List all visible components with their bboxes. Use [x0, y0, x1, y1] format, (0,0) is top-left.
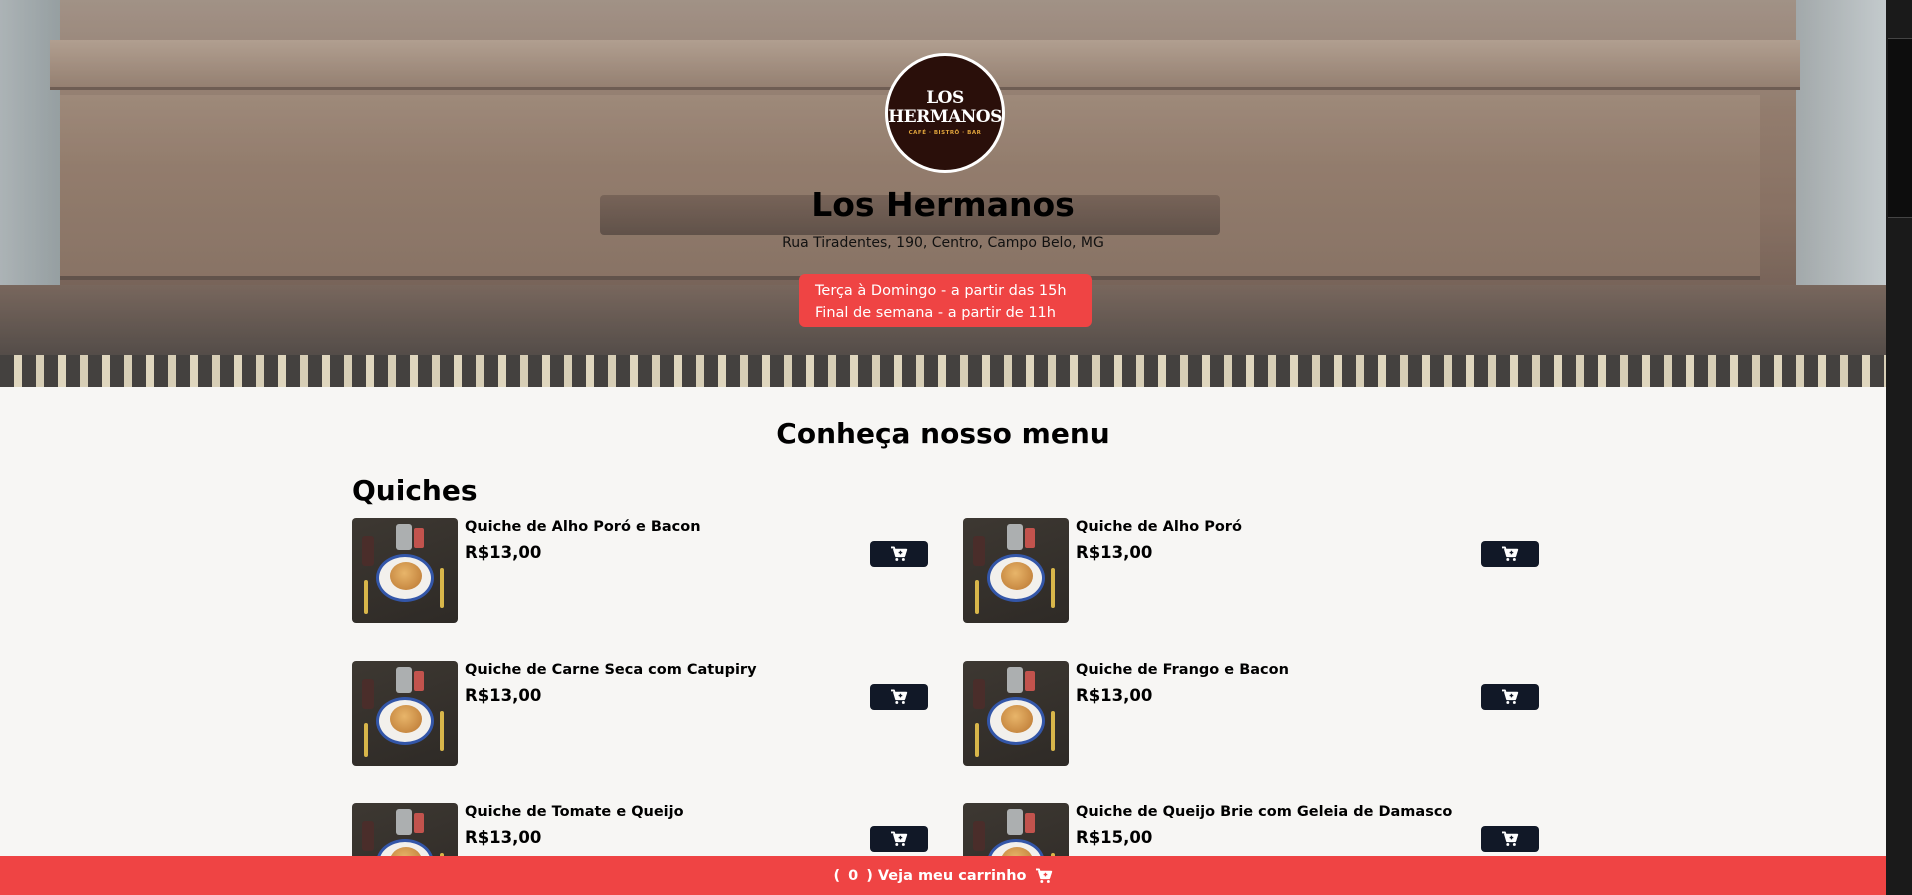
menu-item-name: Quiche de Queijo Brie com Geleia de Dama… — [1076, 804, 1453, 820]
menu-item-price: R$13,00 — [465, 686, 542, 705]
menu-item: Quiche de Alho Poró R$13,00 — [963, 518, 1543, 623]
scrollbar-thumb[interactable] — [1888, 38, 1912, 218]
menu-item: Quiche de Carne Seca com Catupiry R$13,0… — [352, 661, 932, 766]
menu-section-title: Quiches — [352, 474, 478, 507]
add-to-cart-button[interactable] — [1481, 826, 1539, 852]
cart-plus-icon — [1502, 689, 1519, 704]
menu-item-name: Quiche de Frango e Bacon — [1076, 662, 1289, 678]
cart-item-count: 0 — [848, 867, 859, 884]
restaurant-name: Los Hermanos — [811, 185, 1075, 224]
menu-item-price: R$13,00 — [465, 828, 542, 847]
restaurant-logo: LOS HERMANOS CAFÉ · BISTRÔ · BAR — [885, 53, 1005, 173]
menu-item-price: R$13,00 — [465, 543, 542, 562]
page-scrollbar[interactable] — [1886, 0, 1912, 895]
cart-plus-icon — [1502, 831, 1519, 846]
logo-tagline: CAFÉ · BISTRÔ · BAR — [908, 130, 982, 136]
add-to-cart-button[interactable] — [870, 541, 928, 567]
add-to-cart-button[interactable] — [1481, 684, 1539, 710]
opening-hours-line: Terça à Domingo - a partir das 15h — [815, 283, 1067, 299]
menu-item-image — [963, 661, 1069, 766]
logo-text-line2: HERMANOS — [888, 107, 1002, 127]
menu-item-price: R$13,00 — [1076, 686, 1153, 705]
menu-item: Quiche de Frango e Bacon R$13,00 — [963, 661, 1543, 766]
add-to-cart-button[interactable] — [870, 684, 928, 710]
restaurant-address: Rua Tiradentes, 190, Centro, Campo Belo,… — [782, 235, 1104, 251]
cart-plus-icon — [891, 546, 908, 561]
menu-item-image — [963, 518, 1069, 623]
menu-item-image — [352, 661, 458, 766]
hero-header: LOS HERMANOS CAFÉ · BISTRÔ · BAR Los Her… — [0, 0, 1886, 387]
cart-plus-icon — [891, 831, 908, 846]
view-cart-button[interactable]: ( 0 ) Veja meu carrinho — [0, 856, 1886, 895]
logo-text-line1: LOS — [926, 88, 964, 108]
menu-title: Conheça nosso menu — [776, 417, 1110, 450]
opening-hours-badge: Terça à Domingo - a partir das 15h Final… — [799, 274, 1092, 327]
add-to-cart-button[interactable] — [1481, 541, 1539, 567]
menu-item-name: Quiche de Carne Seca com Catupiry — [465, 662, 757, 678]
cart-plus-icon — [891, 689, 908, 704]
cart-plus-icon — [1502, 546, 1519, 561]
menu-item-name: Quiche de Alho Poró — [1076, 519, 1242, 535]
add-to-cart-button[interactable] — [870, 826, 928, 852]
opening-hours-line: Final de semana - a partir de 11h — [815, 305, 1056, 321]
menu-item-image — [352, 518, 458, 623]
menu-item-name: Quiche de Alho Poró e Bacon — [465, 519, 701, 535]
menu-item-price: R$15,00 — [1076, 828, 1153, 847]
cart-open-paren: ( — [833, 867, 841, 884]
cart-icon — [1035, 868, 1053, 884]
menu-item-name: Quiche de Tomate e Queijo — [465, 804, 684, 820]
menu-item: Quiche de Alho Poró e Bacon R$13,00 — [352, 518, 932, 623]
menu-item-price: R$13,00 — [1076, 543, 1153, 562]
view-cart-label: ) Veja meu carrinho — [866, 867, 1027, 884]
